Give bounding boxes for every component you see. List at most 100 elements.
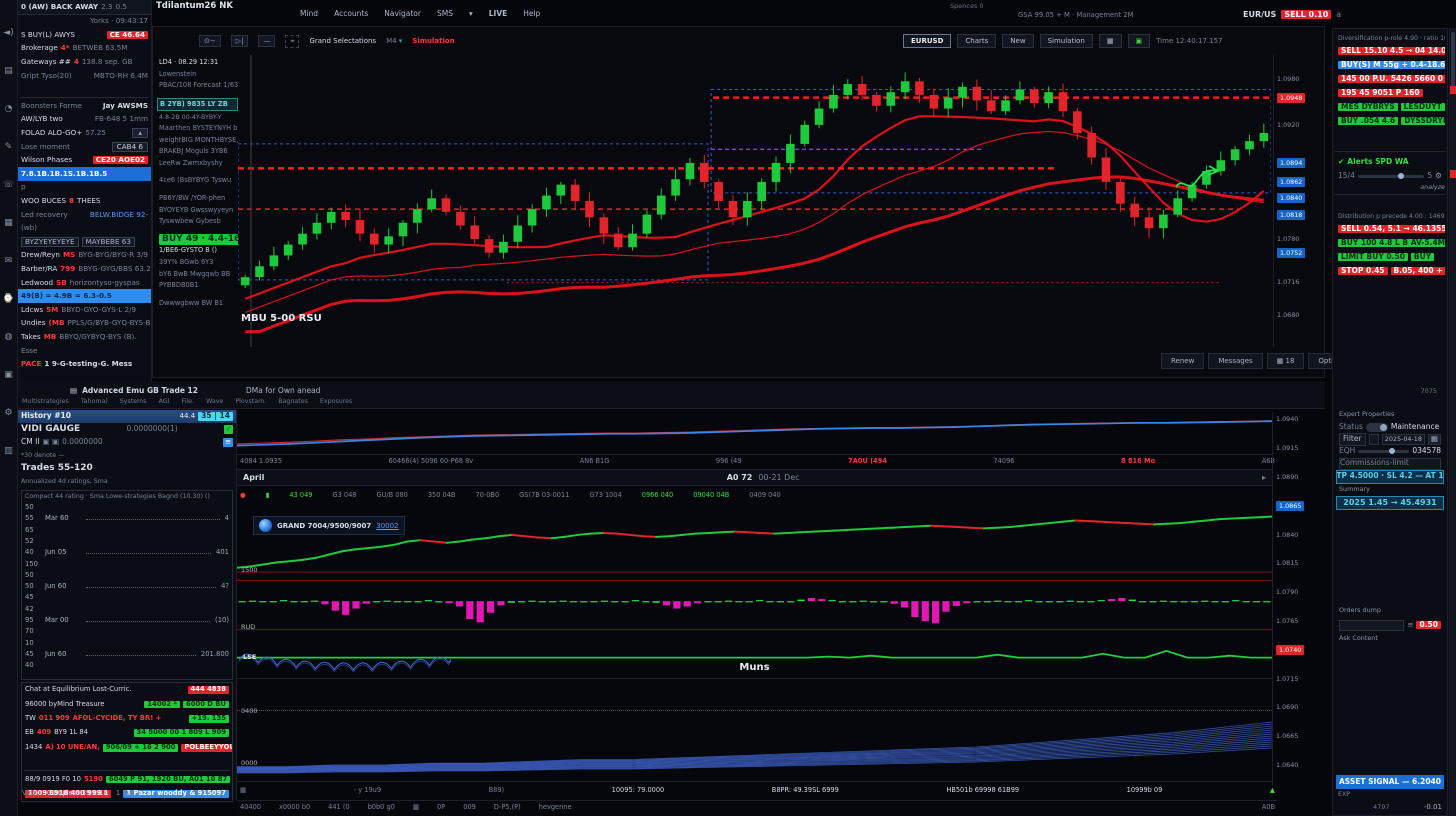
signal-badge-row[interactable]: 195 45 9051 P 160 bbox=[1335, 86, 1445, 100]
cell[interactable]: 6000 D BU bbox=[183, 701, 229, 709]
cell[interactable]: ▦ bbox=[1428, 434, 1441, 445]
cell[interactable]: ⊙− bbox=[199, 35, 221, 47]
cell[interactable]: DYSSDRYPT bbox=[1401, 117, 1445, 126]
cell[interactable]: CE20 AOE02 bbox=[93, 156, 148, 164]
cell[interactable]: Renew bbox=[1161, 353, 1204, 369]
form-row[interactable]: TP 4.5000 · SL 4.2 — AT 1 bbox=[1336, 470, 1444, 484]
cell[interactable]: SELL 0.54, 5.1 → 46.1355 bbox=[1338, 225, 1445, 234]
signal-badge-row[interactable]: SELL 15.10 4.5 → 04 14.018 bbox=[1335, 44, 1445, 58]
cell[interactable]: BUY 100 4.8 L B AV-5.4M bbox=[1338, 239, 1445, 248]
cell[interactable]: 6049 P 91, 1920 BU, A01 10 87 bbox=[106, 776, 230, 784]
cell[interactable]: ≡ bbox=[223, 438, 233, 447]
signal-badge-row[interactable]: LIMIT BUY 0.50BUY bbox=[1335, 250, 1445, 264]
cell[interactable]: 2025-04-18 bbox=[1382, 434, 1425, 445]
cell[interactable]: SELL 15.10 4.5 → 04 14.018 bbox=[1338, 47, 1445, 56]
cell[interactable]: ▦ 18 bbox=[1267, 353, 1305, 369]
watch-row[interactable]: 49(B) = 4.9B = 6.3-0.5 bbox=[18, 289, 151, 303]
cell[interactable]: CE 46.64 bbox=[107, 31, 148, 39]
signal-row[interactable]: 96000 byMind Treasure14002 *6000 D BU bbox=[22, 697, 232, 711]
cell[interactable] bbox=[1339, 620, 1404, 631]
cell[interactable] bbox=[1358, 450, 1409, 453]
signal-row[interactable]: 1434A) 10 UNE/AN,906/09 + 16 2 900POLBEE… bbox=[22, 741, 232, 755]
signal-badge-row[interactable]: BUY 100 4.8 L B AV-5.4M bbox=[1335, 236, 1445, 250]
cell[interactable]: ✓ bbox=[224, 425, 233, 434]
cell[interactable]: BUY(S) M 55g + 0.4-18.64 bbox=[1338, 61, 1445, 70]
cell[interactable]: CAB4 6 bbox=[112, 142, 148, 152]
cell[interactable]: 35 | 14 bbox=[198, 412, 233, 421]
cell[interactable]: New bbox=[1002, 34, 1033, 48]
cell[interactable]: BUY .054 4.6 bbox=[1338, 117, 1398, 126]
cell[interactable] bbox=[1366, 423, 1388, 432]
form-row[interactable]: 2025 1.45 → 45.4931 bbox=[1336, 496, 1444, 510]
cell[interactable] bbox=[1369, 434, 1379, 445]
dock-icon-0[interactable]: ◄) bbox=[2, 26, 16, 40]
cell[interactable]: BUY bbox=[1411, 253, 1434, 262]
signal-badge-row[interactable]: 145 00 P.U. 5426 5660 0 bbox=[1335, 72, 1445, 86]
signal-badge-row[interactable]: BUY(S) M 55g + 0.4-18.64 bbox=[1335, 58, 1445, 72]
cell[interactable]: Simulation bbox=[1040, 34, 1093, 48]
cell[interactable]: ▴ bbox=[132, 128, 148, 138]
cell[interactable]: Commissions-limit bbox=[1339, 458, 1441, 470]
timeline-bar[interactable]: April A0 72 00-21 Dec ▸ bbox=[237, 469, 1272, 486]
cell[interactable]: 14002 * bbox=[144, 701, 180, 709]
chart-info-row[interactable]: BUY 49 · 4.4-16B bbox=[157, 234, 238, 246]
cell[interactable]: ▷| bbox=[231, 35, 249, 47]
asset-signal-row[interactable]: ASSET SIGNAL — 6.2040 EURUSD bbox=[1336, 775, 1444, 789]
cell[interactable]: 0.50 bbox=[1416, 621, 1441, 630]
signal-badge-row[interactable]: MES DYBRYSLESDUYT bbox=[1335, 100, 1445, 114]
signal-row[interactable]: Chat at Equilibrium Lost-Curric.444 4838 bbox=[22, 683, 232, 697]
gear-icon[interactable]: ⚙ bbox=[1435, 172, 1442, 181]
chart-overlay-chip[interactable]: GRAND 7004/9500/9007 30002 bbox=[253, 516, 405, 535]
dock-icon-11[interactable]: ▥ bbox=[2, 444, 16, 458]
dock-icon-8[interactable]: ◍ bbox=[2, 330, 16, 344]
cell[interactable]: EURUSD bbox=[903, 34, 951, 48]
chart-info-row[interactable]: B 2YB) 9835 LY ZB bbox=[157, 98, 238, 112]
dock-icon-3[interactable]: ✎ bbox=[2, 140, 16, 154]
dock-icon-4[interactable]: ☏ bbox=[2, 178, 16, 192]
cell[interactable]: ▦ bbox=[1099, 34, 1122, 48]
cell[interactable]: Filter bbox=[1339, 433, 1366, 446]
scrollbar-thumb[interactable] bbox=[1451, 32, 1455, 92]
dock-icon-2[interactable]: ◔ bbox=[2, 102, 16, 116]
cell[interactable]: Messages bbox=[1208, 353, 1262, 369]
cell[interactable]: 145 00 P.U. 5426 5660 0 bbox=[1338, 75, 1445, 84]
cell[interactable]: Charts bbox=[957, 34, 996, 48]
cell[interactable]: MES DYBRYS bbox=[1338, 103, 1398, 112]
watch-row[interactable]: S BUY(L) AWYSCE 46.64 bbox=[18, 28, 151, 42]
cell[interactable]: 906/09 + 16 2 900 bbox=[103, 744, 179, 752]
cell[interactable]: POLBEEYYOU bbox=[181, 744, 232, 752]
cell[interactable]: M4 ▾ bbox=[386, 37, 402, 45]
cell[interactable]: +19. 135 bbox=[189, 715, 229, 723]
dock-icon-10[interactable]: ⚙ bbox=[2, 406, 16, 420]
timeline-arrow-icon[interactable]: ▸ bbox=[1262, 473, 1266, 482]
cell[interactable]: 34 5000 00 1 809 L 909 bbox=[134, 729, 229, 737]
signal-badge-row[interactable]: SELL 0.54, 5.1 → 46.1355 bbox=[1335, 222, 1445, 236]
sell-badge[interactable]: SELL 0.10 bbox=[1281, 10, 1331, 19]
chip-link[interactable]: 30002 bbox=[376, 522, 398, 530]
watch-row[interactable]: 7.8.1B.1B.1S.1B.1B.5 bbox=[18, 167, 151, 181]
watch-row[interactable]: Wilson PhasesCE20 AOE02 bbox=[18, 154, 151, 168]
cell[interactable]: STOP 0.45 bbox=[1338, 267, 1388, 276]
alerts-slider[interactable] bbox=[1358, 175, 1425, 178]
cell[interactable]: 195 45 9051 P 160 bbox=[1338, 89, 1423, 98]
cell[interactable]: Simulation bbox=[412, 37, 454, 45]
right-scrollbar[interactable] bbox=[1449, 28, 1456, 816]
cell[interactable]: ⌖ bbox=[285, 35, 299, 48]
signal-badge-row[interactable]: BUY .054 4.6DYSSDRYPT bbox=[1335, 114, 1445, 128]
orders-header-row[interactable]: History #1044.435 | 14 bbox=[18, 410, 236, 423]
cell[interactable]: 444 4838 bbox=[188, 686, 229, 694]
dock-icon-7[interactable]: ⌚ bbox=[2, 292, 16, 306]
dock-icon-5[interactable]: ▦ bbox=[2, 216, 16, 230]
signal-row[interactable]: EB409BY9 1L 8434 5000 00 1 809 L 909 bbox=[22, 726, 232, 740]
cell[interactable]: ▣ bbox=[1128, 34, 1151, 48]
dock-icon-9[interactable]: ▣ bbox=[2, 368, 16, 382]
signal-row[interactable]: 88/9 0919 F0 1051906049 P 91, 1920 BU, A… bbox=[22, 772, 232, 786]
cell[interactable]: BUY 49 · 4.4-16B bbox=[159, 234, 238, 244]
dock-icon-6[interactable]: ✉ bbox=[2, 254, 16, 268]
watch-row[interactable]: FOLAD ALO-GO+57.25▴ bbox=[18, 126, 151, 140]
cell[interactable]: LIMIT BUY 0.50 bbox=[1338, 253, 1408, 262]
cell[interactable]: — bbox=[258, 35, 275, 47]
analyze-link[interactable]: analyze bbox=[1335, 183, 1445, 191]
cell[interactable]: LESDUYT bbox=[1401, 103, 1445, 112]
alerts-check-icon[interactable]: ✔ bbox=[1338, 158, 1344, 167]
